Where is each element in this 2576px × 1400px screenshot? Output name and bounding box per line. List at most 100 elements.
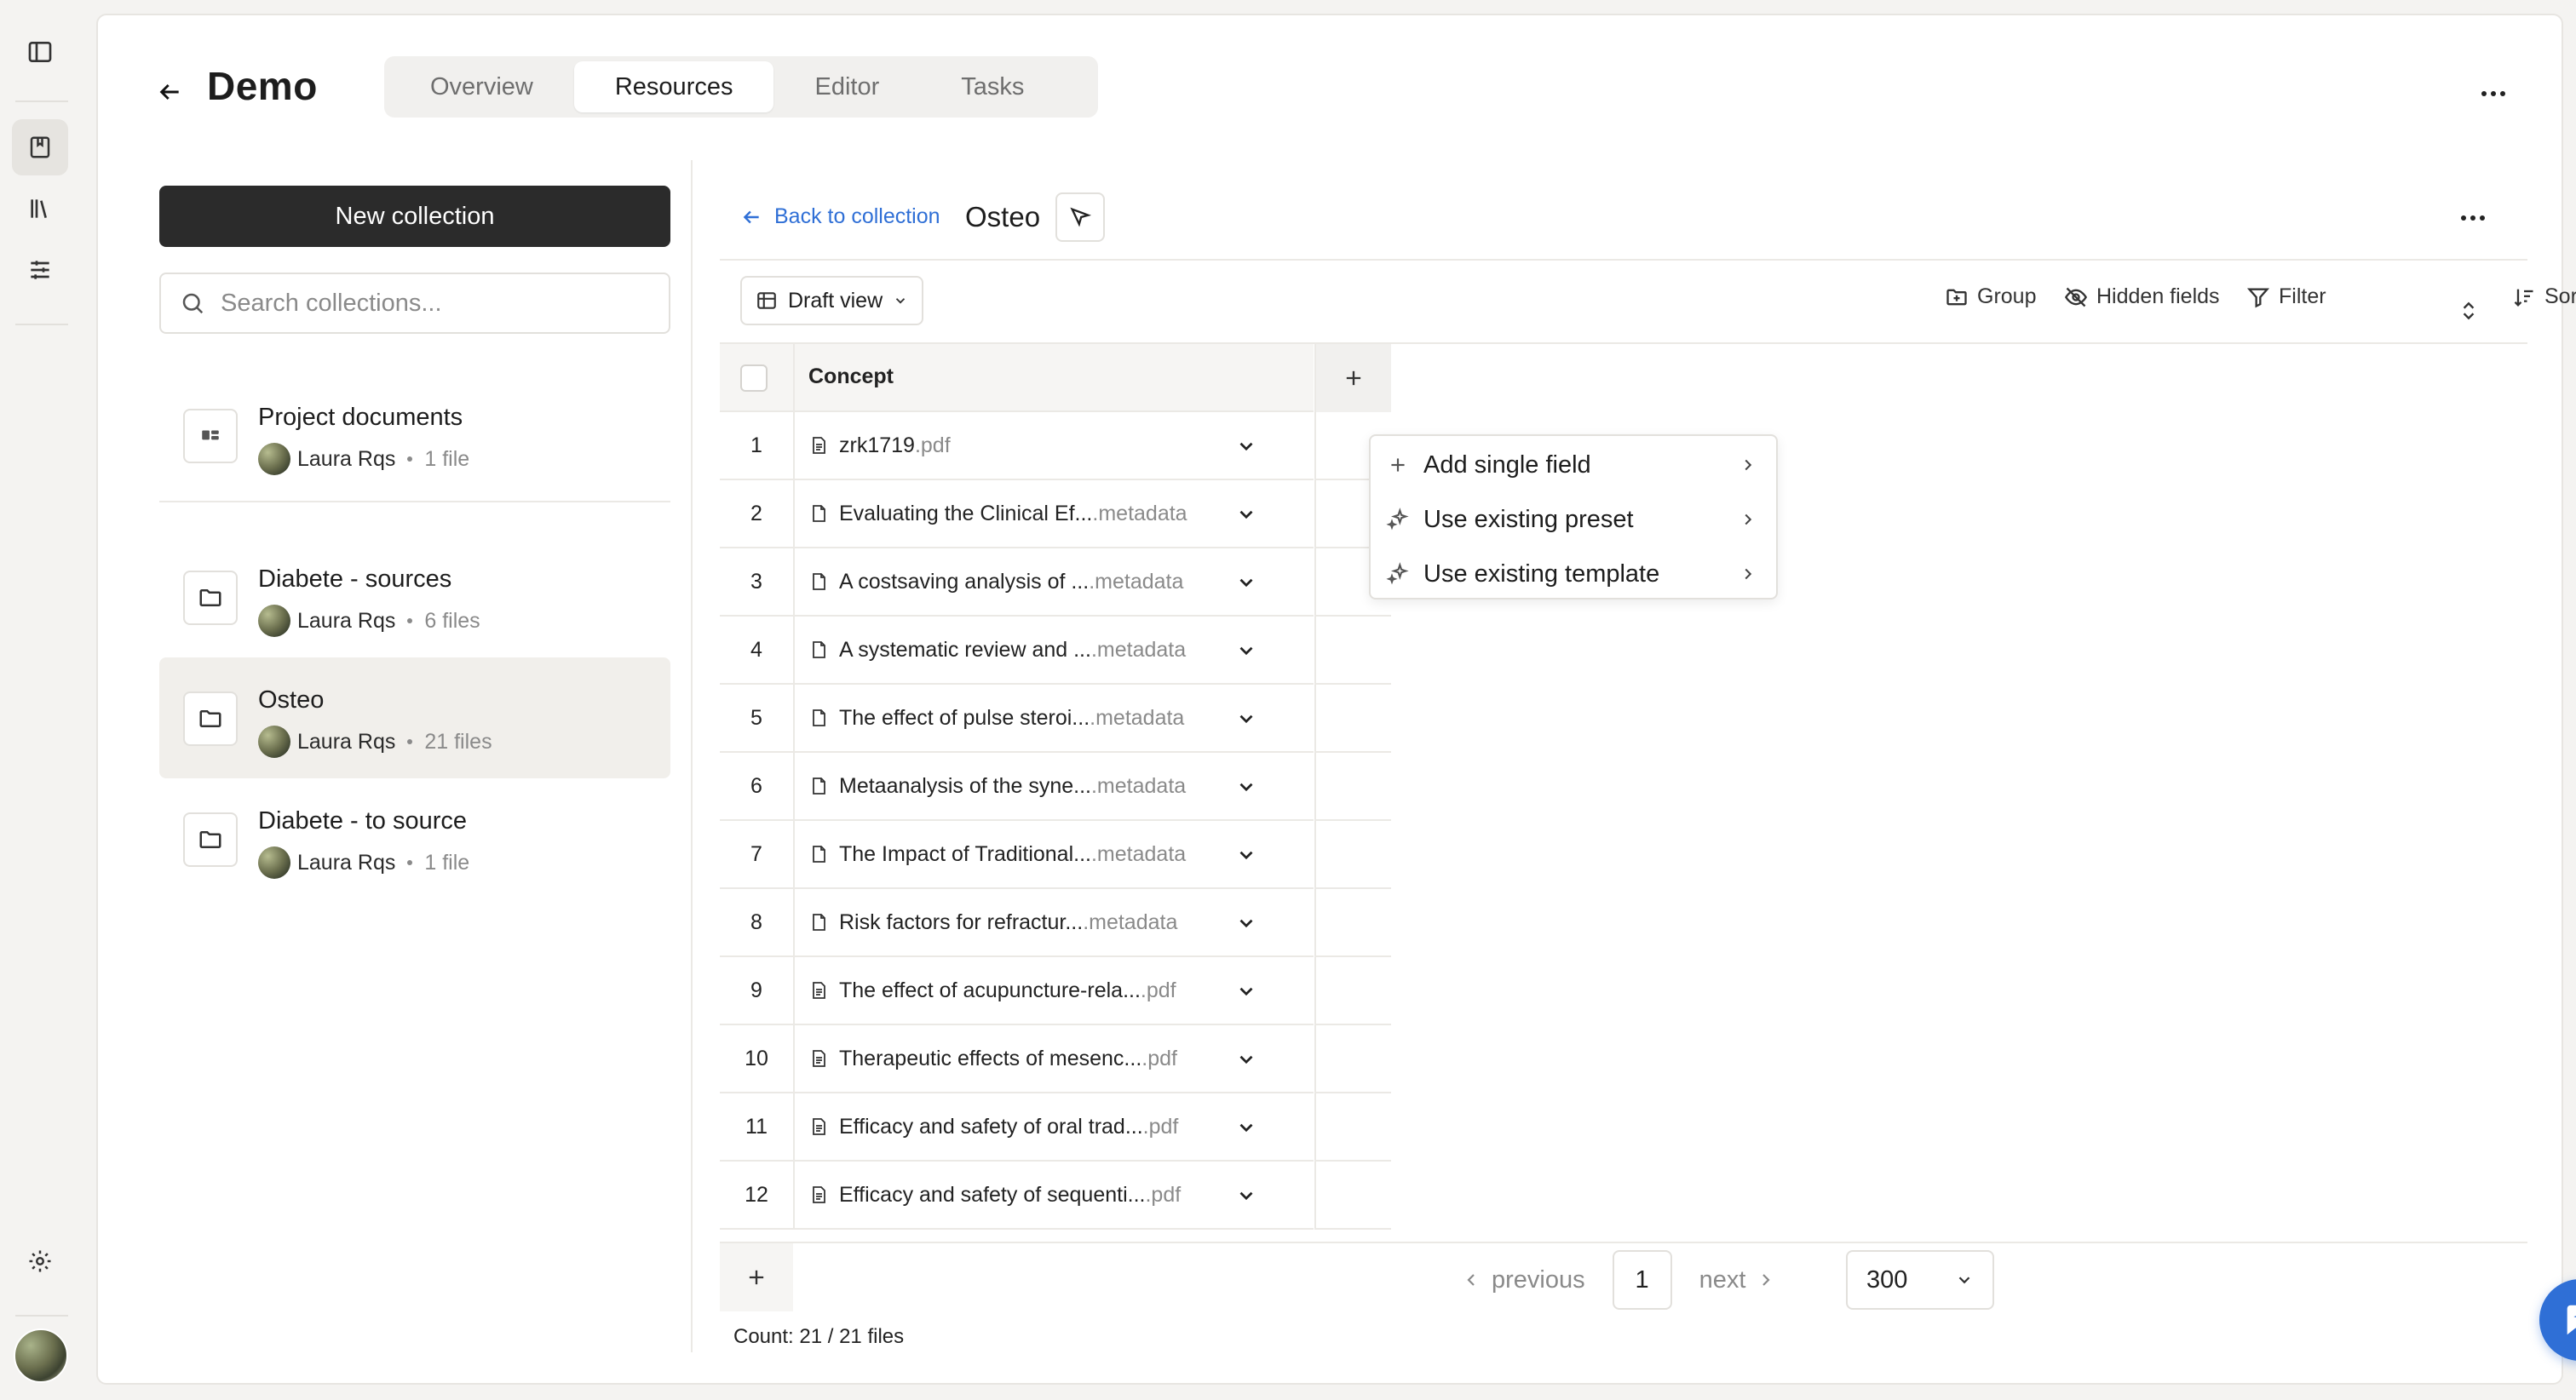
- bookmark-book-icon[interactable]: [12, 119, 68, 175]
- filter-button[interactable]: Filter: [2246, 284, 2326, 309]
- group-button[interactable]: Group: [1945, 284, 2036, 309]
- next-page-button[interactable]: next: [1699, 1266, 1777, 1294]
- empty-field-cell[interactable]: [1314, 1025, 1391, 1093]
- hidden-fields-button[interactable]: Hidden fields: [2064, 284, 2220, 309]
- search-collections-field[interactable]: [159, 273, 670, 334]
- pdf-file-icon: [808, 1048, 829, 1069]
- chevron-down-icon[interactable]: [1231, 772, 1262, 802]
- file-cell[interactable]: Risk factors for refractur... .metadata: [808, 889, 1177, 955]
- empty-field-cell[interactable]: [1314, 1093, 1391, 1162]
- empty-field-cell[interactable]: [1314, 889, 1391, 957]
- back-to-collection-link[interactable]: Back to collection: [740, 204, 940, 229]
- collection-item-diabete-to-source[interactable]: Diabete - to source Laura Rqs 1 file: [159, 778, 670, 899]
- table-row[interactable]: 3 A costsaving analysis of ... .metadata: [720, 548, 1314, 617]
- chevron-down-icon[interactable]: [1231, 635, 1262, 666]
- file-cell[interactable]: Evaluating the Clinical Ef... .metadata: [808, 480, 1187, 547]
- collection-meta: Laura Rqs 1 file: [258, 443, 469, 475]
- navigate-button[interactable]: [1055, 192, 1105, 242]
- chevron-down-icon[interactable]: [1231, 703, 1262, 734]
- chevron-down-icon[interactable]: [1231, 1180, 1262, 1211]
- file-cell[interactable]: The effect of acupuncture-rela... .pdf: [808, 957, 1176, 1024]
- tab-tasks[interactable]: Tasks: [920, 61, 1065, 112]
- select-all-checkbox[interactable]: [740, 364, 768, 392]
- table-row[interactable]: 6 Metaanalysis of the syne... .metadata: [720, 753, 1314, 821]
- tab-overview[interactable]: Overview: [389, 61, 574, 112]
- more-options-icon[interactable]: [2476, 77, 2510, 111]
- chevron-down-icon[interactable]: [1231, 908, 1262, 938]
- assistant-chat-button[interactable]: [2539, 1279, 2576, 1361]
- separator-dot: [407, 618, 413, 623]
- collection-item-diabete-sources[interactable]: Diabete - sources Laura Rqs 6 files: [159, 536, 670, 657]
- collection-name: Diabete - to source: [258, 807, 468, 835]
- page-number-input[interactable]: 1: [1612, 1250, 1672, 1310]
- collection-item-osteo[interactable]: Osteo Laura Rqs 21 files: [159, 657, 670, 778]
- file-cell[interactable]: Therapeutic effects of mesenc... .pdf: [808, 1025, 1177, 1092]
- tab-editor[interactable]: Editor: [773, 61, 920, 112]
- empty-field-cell[interactable]: [1314, 685, 1391, 753]
- chevron-down-icon[interactable]: [1231, 1044, 1262, 1075]
- chevron-down-icon[interactable]: [1231, 1112, 1262, 1143]
- sort-button[interactable]: Sort: [2512, 284, 2576, 309]
- add-field-menu: Add single field Use existing preset Use…: [1369, 434, 1778, 600]
- empty-field-cell[interactable]: [1314, 1162, 1391, 1230]
- settings-gear-icon[interactable]: [12, 1233, 68, 1289]
- table-row[interactable]: 12 Efficacy and safety of sequenti... .pdf: [720, 1162, 1314, 1230]
- empty-field-cell[interactable]: [1314, 821, 1391, 889]
- per-page-select[interactable]: 300: [1846, 1250, 1994, 1310]
- add-row-button[interactable]: [720, 1243, 793, 1311]
- avatar: [258, 726, 290, 758]
- panel-more-icon[interactable]: [2456, 201, 2490, 235]
- table-row[interactable]: 5 The effect of pulse steroi... .metadata: [720, 685, 1314, 753]
- table-row[interactable]: 1 zrk1719 .pdf: [720, 412, 1314, 480]
- table-row[interactable]: 7 The Impact of Traditional... .metadata: [720, 821, 1314, 889]
- sidebar-toggle-icon[interactable]: [12, 24, 68, 80]
- menu-item-use-existing-preset[interactable]: Use existing preset: [1371, 492, 1776, 547]
- empty-field-cell[interactable]: [1314, 753, 1391, 821]
- expand-collapse-icon[interactable]: [2458, 300, 2480, 322]
- empty-field-cell[interactable]: [1314, 617, 1391, 685]
- previous-page-button[interactable]: previous: [1461, 1266, 1585, 1294]
- file-cell[interactable]: A costsaving analysis of ... .metadata: [808, 548, 1183, 615]
- table-row[interactable]: 8 Risk factors for refractur... .metadata: [720, 889, 1314, 957]
- file-cell[interactable]: Metaanalysis of the syne... .metadata: [808, 753, 1186, 819]
- sliders-icon[interactable]: [12, 242, 68, 298]
- table-row[interactable]: 4 A systematic review and ... .metadata: [720, 617, 1314, 685]
- file-title: A systematic review and ...: [839, 637, 1091, 662]
- file-cell[interactable]: zrk1719 .pdf: [808, 412, 951, 479]
- column-header-concept[interactable]: Concept: [808, 364, 894, 389]
- chevron-down-icon[interactable]: [1231, 567, 1262, 598]
- chevron-down-icon[interactable]: [1231, 976, 1262, 1007]
- file-cell[interactable]: A systematic review and ... .metadata: [808, 617, 1186, 683]
- table-row[interactable]: 11 Efficacy and safety of oral trad... .pd…: [720, 1093, 1314, 1162]
- new-collection-button[interactable]: New collection: [159, 186, 670, 247]
- file-cell[interactable]: The Impact of Traditional... .metadata: [808, 821, 1186, 887]
- file-cell[interactable]: The effect of pulse steroi... .metadata: [808, 685, 1184, 751]
- empty-field-cell[interactable]: [1314, 957, 1391, 1025]
- chevron-right-icon: [1762, 1274, 1771, 1286]
- file-cell[interactable]: Efficacy and safety of sequenti... .pdf: [808, 1162, 1181, 1228]
- column-divider: [793, 1162, 795, 1228]
- chevron-down-icon[interactable]: [1231, 840, 1262, 870]
- table-row[interactable]: 10 Therapeutic effects of mesenc... .pdf: [720, 1025, 1314, 1093]
- back-arrow-icon[interactable]: [149, 72, 190, 112]
- chevron-down-icon[interactable]: [1231, 499, 1262, 530]
- column-divider: [793, 753, 795, 819]
- row-number: 7: [750, 841, 762, 866]
- add-field-button[interactable]: [1314, 344, 1391, 412]
- chevron-down-icon[interactable]: [1231, 431, 1262, 462]
- table-row[interactable]: 9 The effect of acupuncture-rela... .pdf: [720, 957, 1314, 1025]
- view-selector[interactable]: Draft view: [740, 276, 924, 325]
- menu-item-use-existing-template[interactable]: Use existing template: [1371, 547, 1776, 601]
- rail-divider: [15, 324, 68, 325]
- menu-item-add-single-field[interactable]: Add single field: [1371, 438, 1776, 492]
- collection-item-project-documents[interactable]: Project documents Laura Rqs 1 file: [159, 375, 670, 496]
- row-number: 2: [750, 501, 762, 525]
- metadata-file-icon: [808, 776, 829, 796]
- file-cell[interactable]: Efficacy and safety of oral trad... .pdf: [808, 1093, 1178, 1160]
- user-avatar[interactable]: [14, 1328, 68, 1383]
- search-input[interactable]: [221, 289, 647, 318]
- library-icon[interactable]: [12, 181, 68, 237]
- tab-resources[interactable]: Resources: [573, 61, 774, 112]
- column-divider: [793, 1093, 795, 1160]
- table-row[interactable]: 2 Evaluating the Clinical Ef... .metadata: [720, 480, 1314, 548]
